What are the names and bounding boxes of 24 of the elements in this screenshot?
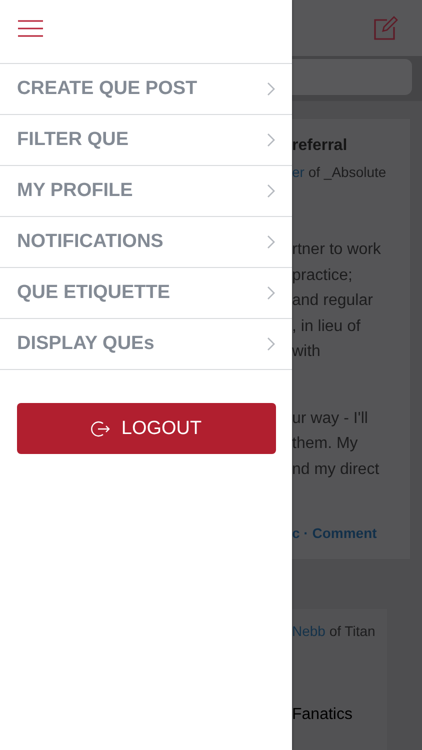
post-text: Fanatics bbox=[292, 705, 354, 725]
post-text: them. My bbox=[292, 434, 359, 454]
chevron-right-icon bbox=[267, 286, 275, 300]
logout-button[interactable]: LOGOUT bbox=[17, 403, 276, 454]
chevron-right-icon bbox=[267, 82, 275, 96]
post-text: rtner to work bbox=[292, 240, 382, 260]
post-text: ur way - I'll bbox=[292, 408, 369, 428]
post-text: with bbox=[292, 342, 322, 362]
post-actions[interactable]: c · Comment bbox=[292, 525, 410, 541]
menu-icon[interactable] bbox=[18, 20, 43, 36]
chevron-right-icon bbox=[267, 337, 275, 351]
chevron-right-icon bbox=[267, 184, 275, 198]
chevron-right-icon bbox=[267, 133, 275, 147]
post-text: nd my direct bbox=[292, 460, 380, 480]
post-author: Nebb of Titan bbox=[292, 623, 376, 639]
chevron-right-icon bbox=[267, 235, 275, 249]
post-text: practice; bbox=[292, 266, 354, 286]
search-field[interactable] bbox=[292, 59, 412, 95]
compose-icon[interactable] bbox=[374, 16, 398, 40]
post-text: , in lieu of bbox=[292, 316, 362, 336]
post-text: and regular bbox=[292, 291, 374, 311]
logout-icon bbox=[91, 420, 112, 438]
post-author: er of _Absolute bbox=[292, 164, 388, 180]
post-title: referral bbox=[292, 137, 348, 155]
